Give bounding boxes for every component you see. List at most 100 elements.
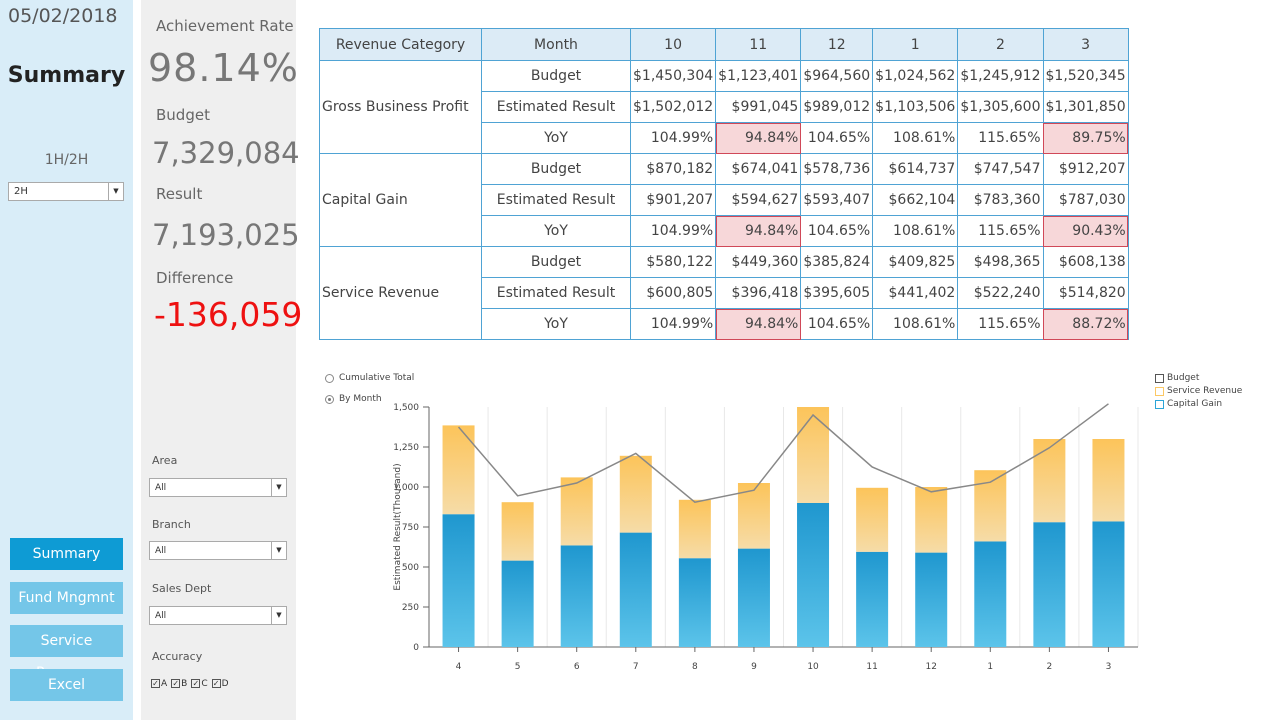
- y-tick-label: 1,250: [393, 443, 419, 453]
- table-row: Capital Gain Budget $870,182 $674,041 $578,7…: [319, 153, 1129, 247]
- value-cell: $1,301,850: [1042, 91, 1129, 123]
- value-cell: 104.65%: [800, 308, 874, 340]
- bar-capital-gain: [1092, 521, 1125, 647]
- accuracy-options: ✓ A ✓ B ✓ C ✓ D: [151, 679, 229, 689]
- value-cell: 104.99%: [629, 122, 717, 154]
- branch-select-value: All: [155, 546, 167, 556]
- row-label-cell: YoY: [481, 215, 631, 247]
- bar-capital-gain: [915, 552, 948, 647]
- checkbox-checked-icon: ✓: [151, 679, 160, 688]
- accuracy-option-a[interactable]: ✓ A: [151, 679, 167, 689]
- x-tick-label: 2: [1047, 662, 1053, 672]
- page-title: Summary: [7, 63, 126, 88]
- value-cell: $662,104: [872, 184, 959, 216]
- bar-service-revenue: [915, 487, 948, 553]
- chart-plot: 02505007501,0001,2501,500Estimated Resul…: [393, 403, 1139, 672]
- y-tick-label: 1,500: [393, 403, 419, 413]
- bar-capital-gain: [619, 532, 652, 647]
- half-select[interactable]: 2H ▼: [8, 182, 124, 201]
- value-cell: $991,045: [715, 91, 802, 123]
- bar-service-revenue: [501, 502, 534, 561]
- value-cell: $1,123,401: [715, 60, 802, 92]
- value-cell: $1,024,562: [872, 60, 959, 92]
- value-cell: 108.61%: [872, 308, 959, 340]
- category-cell: Gross Business Profit: [319, 60, 482, 154]
- legend-label: Budget: [1167, 373, 1200, 383]
- by-month-radio[interactable]: By Month: [325, 394, 382, 404]
- value-cell: 94.84%: [715, 215, 802, 247]
- value-cell: $964,560: [800, 60, 874, 92]
- achievement-label: Achievement Rate: [156, 17, 294, 35]
- value-cell: $409,825: [872, 246, 959, 278]
- legend-capital-gain: Capital Gain: [1155, 399, 1222, 409]
- fund-mngmnt-button[interactable]: Fund Mngmnt: [10, 582, 123, 614]
- bar-capital-gain: [501, 560, 534, 647]
- value-cell: $395,605: [800, 277, 874, 309]
- x-tick-label: 1: [987, 662, 993, 672]
- cumulative-total-radio[interactable]: Cumulative Total: [325, 373, 414, 383]
- bar-service-revenue: [1092, 439, 1125, 522]
- value-cell: $396,418: [715, 277, 802, 309]
- value-cell: $1,450,304: [629, 60, 717, 92]
- value-cell: 94.84%: [715, 308, 802, 340]
- x-tick-label: 6: [574, 662, 580, 672]
- area-select[interactable]: All ▼: [149, 478, 287, 497]
- budget-value: 7,329,084: [152, 136, 300, 170]
- value-cell: 115.65%: [957, 122, 1044, 154]
- row-label-cell: YoY: [481, 308, 631, 340]
- value-cell: $514,820: [1042, 277, 1129, 309]
- category-cell: Capital Gain: [319, 153, 482, 247]
- row-label-cell: Budget: [481, 153, 631, 185]
- value-cell: $901,207: [629, 184, 717, 216]
- value-cell: 115.65%: [957, 308, 1044, 340]
- bar-capital-gain: [856, 551, 889, 647]
- y-tick-label: 500: [402, 563, 419, 573]
- sales-dept-select[interactable]: All ▼: [149, 606, 287, 625]
- accuracy-option-d[interactable]: ✓ D: [211, 679, 229, 689]
- value-cell: $787,030: [1042, 184, 1129, 216]
- x-tick-label: 12: [925, 662, 936, 672]
- x-tick-label: 11: [866, 662, 877, 672]
- value-cell: $600,805: [629, 277, 717, 309]
- summary-button[interactable]: Summary: [10, 538, 123, 570]
- service-revenue-button[interactable]: Service Revenue: [10, 625, 123, 681]
- value-cell: $1,305,600: [957, 91, 1044, 123]
- by-month-label: By Month: [339, 394, 382, 404]
- sales-dept-select-value: All: [155, 611, 167, 621]
- value-cell: $783,360: [957, 184, 1044, 216]
- area-select-value: All: [155, 483, 167, 493]
- value-cell: 89.75%: [1042, 122, 1129, 154]
- bar-capital-gain: [560, 545, 593, 647]
- legend-label: Capital Gain: [1167, 399, 1223, 409]
- value-cell: $912,207: [1042, 153, 1129, 185]
- accuracy-option-b[interactable]: ✓ B: [171, 679, 187, 689]
- result-value: 7,193,025: [152, 218, 300, 252]
- cumulative-total-label: Cumulative Total: [339, 373, 415, 383]
- column-header: 1: [872, 28, 959, 61]
- x-tick-label: 10: [807, 662, 819, 672]
- category-cell: Service Revenue: [319, 246, 482, 340]
- value-cell: $578,736: [800, 153, 874, 185]
- y-axis-label: Estimated Result(Thousand): [393, 463, 403, 590]
- row-label-cell: Budget: [481, 246, 631, 278]
- bar-service-revenue: [1033, 439, 1066, 523]
- legend-swatch-icon: [1155, 386, 1164, 396]
- row-label-cell: YoY: [481, 122, 631, 154]
- value-cell: $594,627: [715, 184, 802, 216]
- value-cell: $989,012: [800, 91, 874, 123]
- accuracy-option-c[interactable]: ✓ C: [191, 679, 208, 689]
- y-tick-label: 750: [402, 523, 419, 533]
- x-tick-label: 8: [692, 662, 698, 672]
- column-header: 2: [957, 28, 1044, 61]
- bar-capital-gain: [1033, 522, 1066, 647]
- value-cell: $608,138: [1042, 246, 1129, 278]
- excel-button[interactable]: Excel: [10, 669, 123, 701]
- value-cell: $614,737: [872, 153, 959, 185]
- branch-select[interactable]: All ▼: [149, 541, 287, 560]
- table-row: Gross Business Profit Budget $1,450,304 $1,…: [319, 60, 1129, 154]
- chevron-down-icon: ▼: [271, 479, 286, 496]
- legend-label: Service Revenue: [1167, 386, 1243, 396]
- value-cell: 104.65%: [800, 122, 874, 154]
- value-cell: $674,041: [715, 153, 802, 185]
- column-header: Revenue Category: [319, 28, 482, 61]
